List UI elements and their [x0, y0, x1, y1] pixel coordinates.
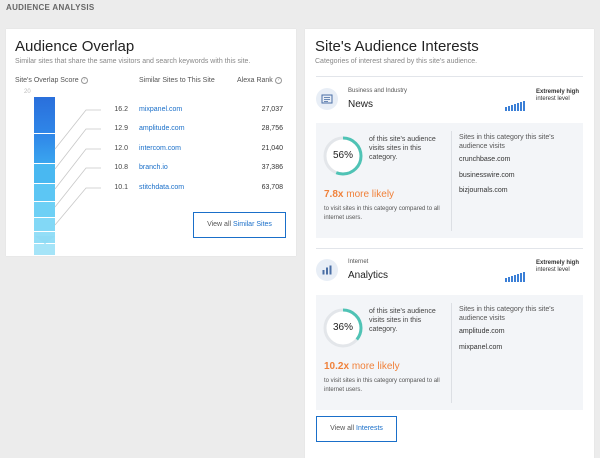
category-site[interactable]: mixpanel.com — [459, 344, 502, 351]
alexa-rank-value: 37,386 — [261, 164, 283, 171]
interest-level-text: Extremely high interest level — [536, 260, 579, 274]
similar-site-row: 16.2 mixpanel.com 27,037 — [6, 106, 296, 118]
similar-site-link[interactable]: branch.io — [139, 164, 168, 171]
audience-percent: 36% — [332, 322, 353, 333]
percent-description: of this site's audience visits sites in … — [369, 136, 436, 161]
similar-site-row: 12.9 amplitude.com 28,756 — [6, 125, 296, 137]
similar-site-row: 10.8 branch.io 37,386 — [6, 164, 296, 176]
divider — [451, 303, 452, 403]
alexa-rank-value: 27,037 — [261, 106, 283, 113]
likely-description: to visit sites in this category compared… — [324, 206, 440, 221]
category-name: News — [348, 99, 374, 110]
likely-multiplier: 7.8x more likely — [324, 189, 394, 200]
interest-category-header: Business and Industry News Extremely hig… — [316, 88, 583, 112]
interest-category-header: Internet Analytics Extremely high intere… — [316, 259, 583, 283]
overlap-score: 10.8 — [114, 164, 128, 171]
similar-site-row: 10.1 stitchdata.com 63,708 — [6, 184, 296, 196]
button-link-text: Similar Sites — [233, 221, 272, 228]
button-prefix: View all — [330, 425, 355, 432]
overlap-score: 10.1 — [114, 184, 128, 191]
overlap-score: 12.0 — [114, 145, 128, 152]
divider — [316, 248, 583, 249]
chart-icon — [316, 259, 338, 281]
category-site[interactable]: crunchbase.com — [459, 156, 510, 163]
likely-text: more likely — [346, 189, 395, 200]
likely-value: 7.8x — [324, 189, 344, 200]
audience-overlap-card: Audience Overlap Similar sites that shar… — [6, 29, 296, 256]
category-parent: Internet — [348, 259, 369, 265]
button-link-text: Interests — [356, 425, 383, 432]
likely-multiplier: 10.2x more likely — [324, 361, 400, 372]
likely-text: more likely — [351, 361, 400, 372]
similar-site-link[interactable]: amplitude.com — [139, 125, 185, 132]
similar-site-row: 12.0 intercom.com 21,040 — [6, 145, 296, 157]
percent-description: of this site's audience visits sites in … — [369, 308, 436, 333]
category-sites-header: Sites in this category this site's audie… — [459, 306, 555, 322]
category-site[interactable]: amplitude.com — [459, 328, 505, 335]
similar-site-link[interactable]: intercom.com — [139, 145, 181, 152]
view-all-similar-sites-button[interactable]: View all Similar Sites — [193, 212, 286, 238]
alexa-rank-value: 63,708 — [261, 184, 283, 191]
view-all-interests-button[interactable]: View all Interests — [316, 416, 397, 442]
likely-value: 10.2x — [324, 361, 350, 372]
interest-stats-box: 56% of this site's audience visits sites… — [316, 123, 583, 238]
interest-level-strong: Extremely high — [536, 89, 580, 95]
interest-level-strong: Extremely high — [536, 260, 580, 266]
similar-site-link[interactable]: stitchdata.com — [139, 184, 184, 191]
interest-level-bars-icon — [505, 93, 526, 111]
audience-interests-card: Site's Audience Interests Categories of … — [305, 29, 594, 458]
interest-stats-box: 36% of this site's audience visits sites… — [316, 295, 583, 410]
overlap-score: 12.9 — [114, 125, 128, 132]
category-parent: Business and Industry — [348, 88, 408, 94]
category-site[interactable]: bizjournals.com — [459, 187, 508, 194]
audience-interests-subtitle: Categories of interest shared by this si… — [315, 58, 478, 65]
newspaper-icon — [316, 88, 338, 110]
alexa-rank-value: 28,756 — [261, 125, 283, 132]
interest-level-text: Extremely high interest level — [536, 89, 579, 103]
interest-level-bars-icon — [505, 264, 526, 282]
alexa-rank-value: 21,040 — [261, 145, 283, 152]
divider — [451, 131, 452, 231]
similar-site-link[interactable]: mixpanel.com — [139, 106, 182, 113]
section-title: AUDIENCE ANALYSIS — [6, 3, 95, 12]
category-name: Analytics — [348, 270, 389, 281]
category-sites-header: Sites in this category this site's audie… — [459, 134, 555, 150]
overlap-score: 16.2 — [114, 106, 128, 113]
audience-percent: 56% — [332, 150, 353, 161]
button-prefix: View all — [207, 221, 232, 228]
likely-description: to visit sites in this category compared… — [324, 378, 440, 393]
divider — [316, 76, 583, 77]
interest-level-rest: interest level — [536, 267, 570, 273]
audience-interests-title: Site's Audience Interests — [315, 38, 479, 55]
category-site[interactable]: businesswire.com — [459, 172, 515, 179]
interest-level-rest: interest level — [536, 96, 570, 102]
